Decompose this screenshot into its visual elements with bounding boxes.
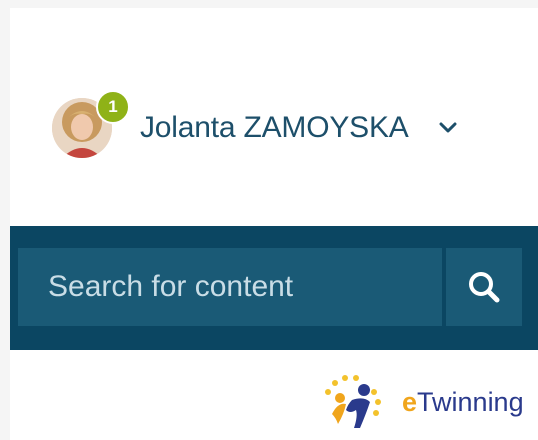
etwinning-logo[interactable]: eTwinning <box>316 370 524 434</box>
etwinning-logo-text: eTwinning <box>402 387 524 418</box>
search-icon <box>467 270 501 304</box>
user-name[interactable]: Jolanta ZAMOYSKA <box>140 111 409 145</box>
chevron-down-icon[interactable] <box>437 121 459 135</box>
logo-text-prefix: e <box>402 386 418 417</box>
user-menu[interactable]: 1 Jolanta ZAMOYSKA <box>52 90 459 164</box>
search-button[interactable] <box>446 248 522 326</box>
search-bar <box>10 226 538 350</box>
avatar-wrapper[interactable]: 1 <box>52 90 130 160</box>
page-frame: 1 Jolanta ZAMOYSKA Search for content eT… <box>10 8 538 440</box>
etwinning-logo-mark <box>325 375 381 428</box>
logo-text-rest: Twinning <box>417 386 524 417</box>
notification-badge[interactable]: 1 <box>96 90 130 124</box>
search-input[interactable] <box>18 248 442 326</box>
